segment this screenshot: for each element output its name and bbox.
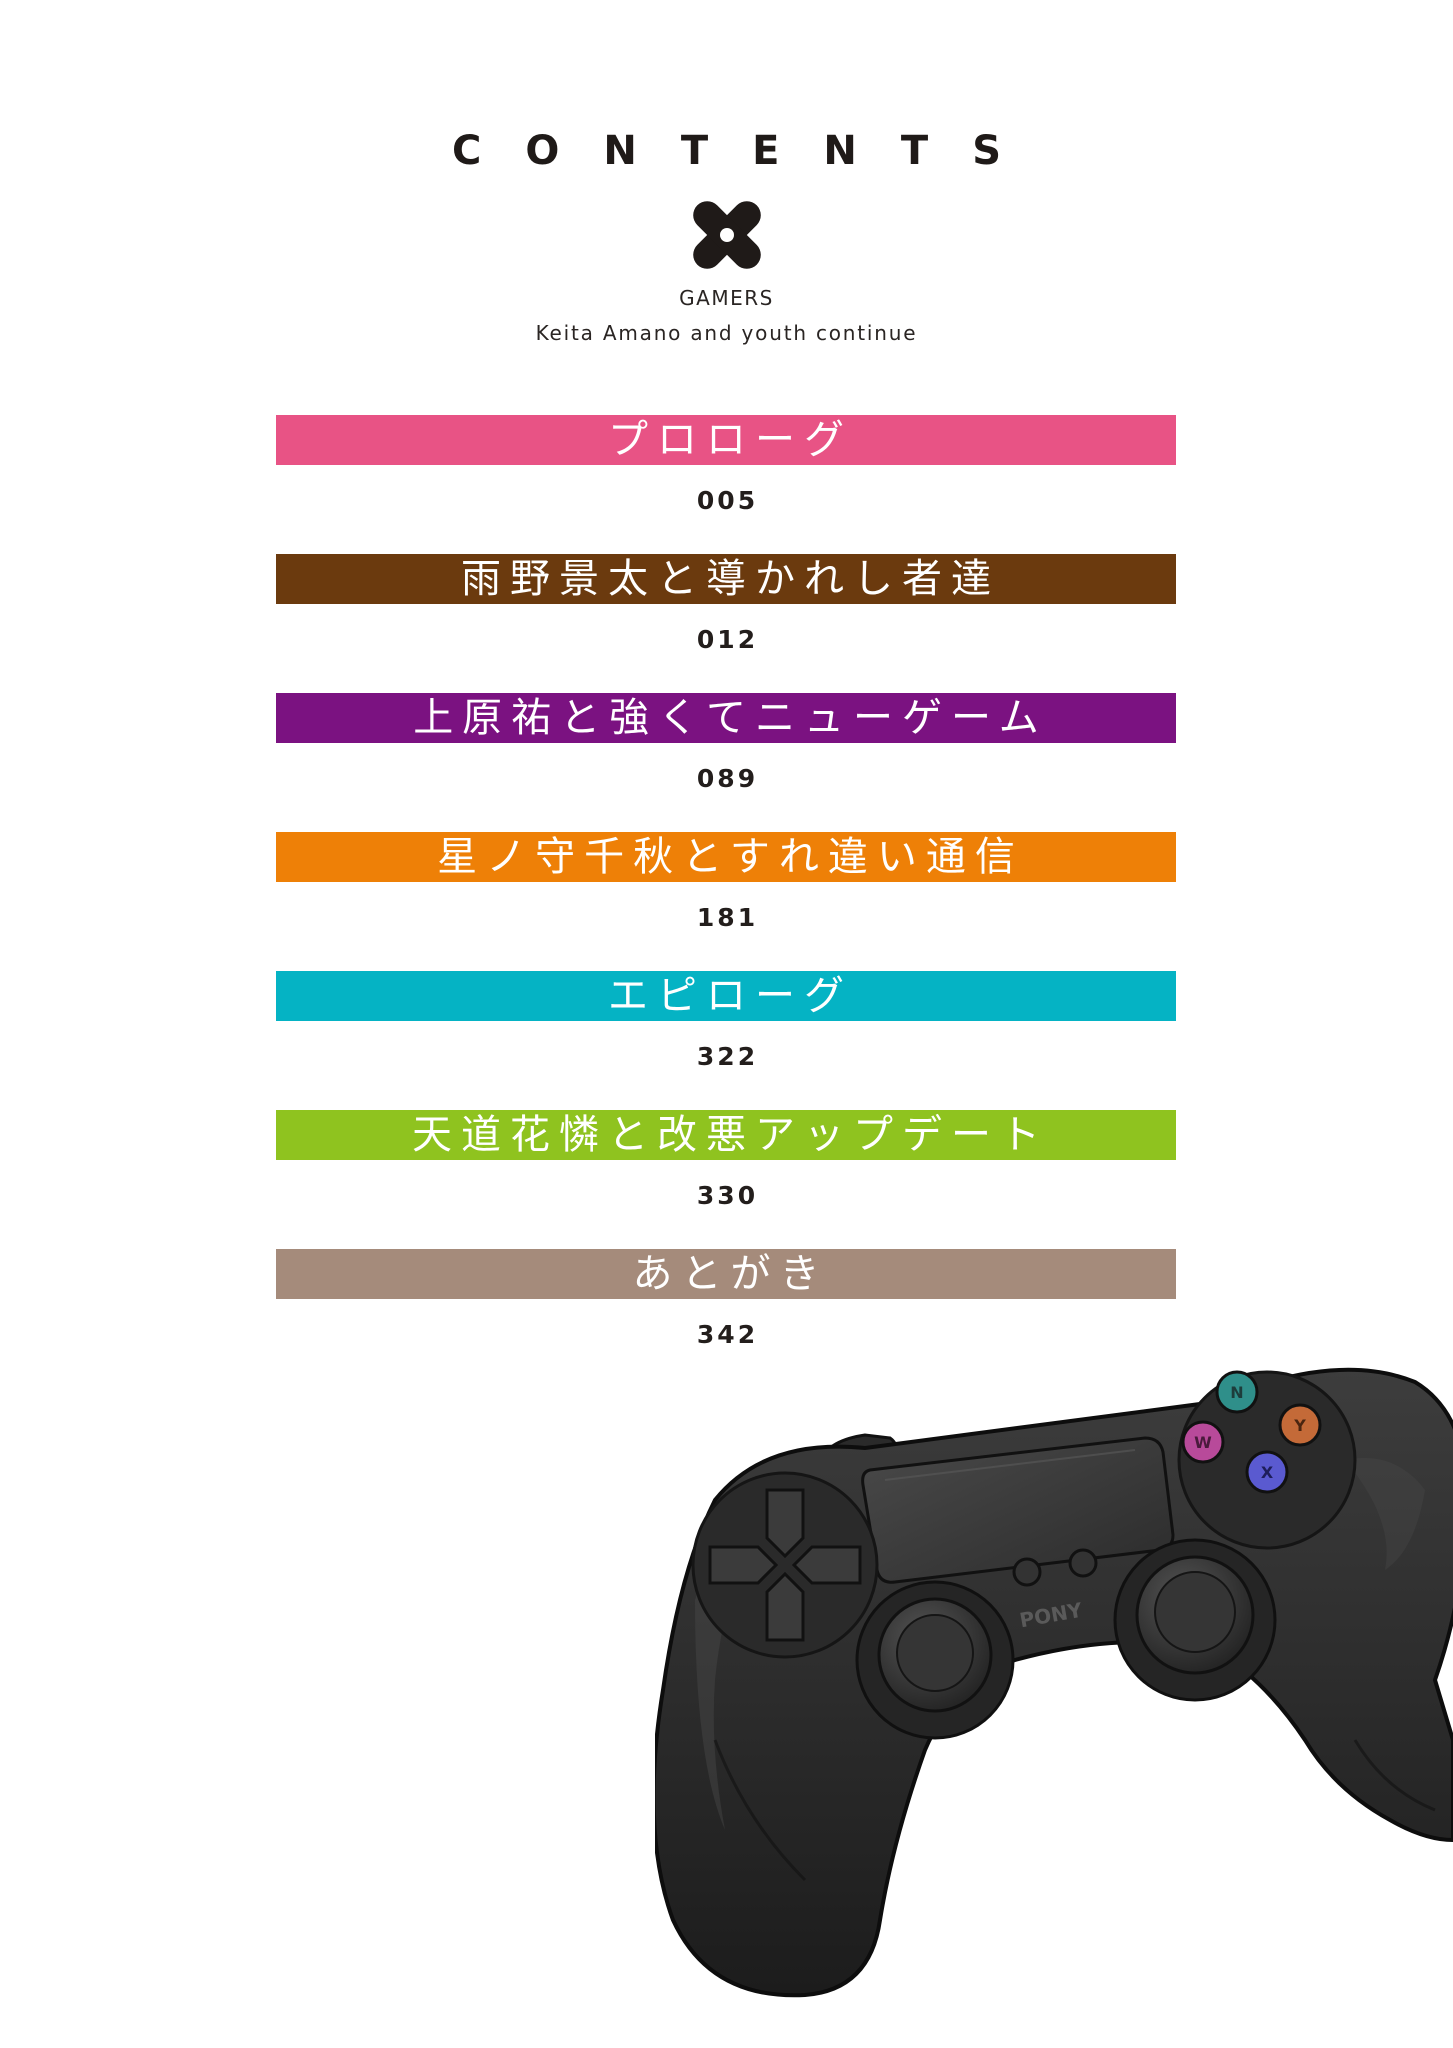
- chapter-bar: 星ノ守千秋とすれ違い通信: [276, 832, 1176, 882]
- button-y-label: Y: [1293, 1416, 1306, 1435]
- button-y-icon: Y: [1278, 1403, 1322, 1447]
- button-x-label: X: [1261, 1463, 1274, 1482]
- chapter-title: エピローグ: [608, 973, 853, 1019]
- button-w-icon: W: [1181, 1420, 1225, 1464]
- chapter-bar: プロローグ: [276, 415, 1176, 465]
- contents-heading: CONTENTS: [451, 128, 1045, 174]
- table-of-contents: プロローグ 005 雨野景太と導かれし者達 012 上原祐と強くてニューゲーム …: [276, 415, 1176, 1388]
- page-number: 012: [696, 625, 759, 654]
- button-w-label: W: [1194, 1433, 1212, 1452]
- button-n-icon: N: [1215, 1370, 1259, 1414]
- toc-entry-prologue[interactable]: プロローグ 005: [276, 415, 1176, 554]
- share-button: [1012, 1557, 1042, 1587]
- subtitle: Keita Amano and youth continue: [535, 321, 918, 345]
- chapter-bar: 天道花憐と改悪アップデート: [276, 1110, 1176, 1160]
- left-analog-stick-icon: [855, 1580, 1015, 1740]
- chapter-bar: あとがき: [276, 1249, 1176, 1299]
- toc-entry-epilogue[interactable]: エピローグ 322: [276, 971, 1176, 1110]
- page-number: 330: [696, 1181, 759, 1210]
- chapter-title: 星ノ守千秋とすれ違い通信: [437, 834, 1024, 880]
- right-analog-stick-icon: [1113, 1538, 1277, 1702]
- page-number: 089: [696, 764, 759, 793]
- chapter-bar: 上原祐と強くてニューゲーム: [276, 693, 1176, 743]
- toc-entry-bonus-chapter[interactable]: 天道花憐と改悪アップデート 330: [276, 1110, 1176, 1249]
- chapter-title: 雨野景太と導かれし者達: [461, 556, 1000, 602]
- chapter-title: プロローグ: [608, 417, 853, 463]
- page-number: 181: [696, 903, 759, 932]
- chapter-title: 天道花憐と改悪アップデート: [412, 1112, 1049, 1158]
- brand-name: GAMERS: [679, 286, 774, 310]
- chapter-title: 上原祐と強くてニューゲーム: [413, 695, 1048, 741]
- chapter-bar: エピローグ: [276, 971, 1176, 1021]
- button-x-icon: X: [1245, 1450, 1289, 1494]
- toc-entry-chapter-2[interactable]: 上原祐と強くてニューゲーム 089: [276, 693, 1176, 832]
- game-controller-illustration: N Y W X PONY: [655, 1367, 1453, 1998]
- page-number: 322: [696, 1042, 759, 1071]
- page-number: 005: [696, 486, 759, 515]
- chapter-title: あとがき: [632, 1251, 829, 1297]
- x-logo-icon: [693, 201, 761, 269]
- options-button: [1068, 1548, 1098, 1578]
- toc-entry-chapter-1[interactable]: 雨野景太と導かれし者達 012: [276, 554, 1176, 693]
- button-n-label: N: [1230, 1383, 1243, 1402]
- chapter-bar: 雨野景太と導かれし者達: [276, 554, 1176, 604]
- toc-entry-chapter-3[interactable]: 星ノ守千秋とすれ違い通信 181: [276, 832, 1176, 971]
